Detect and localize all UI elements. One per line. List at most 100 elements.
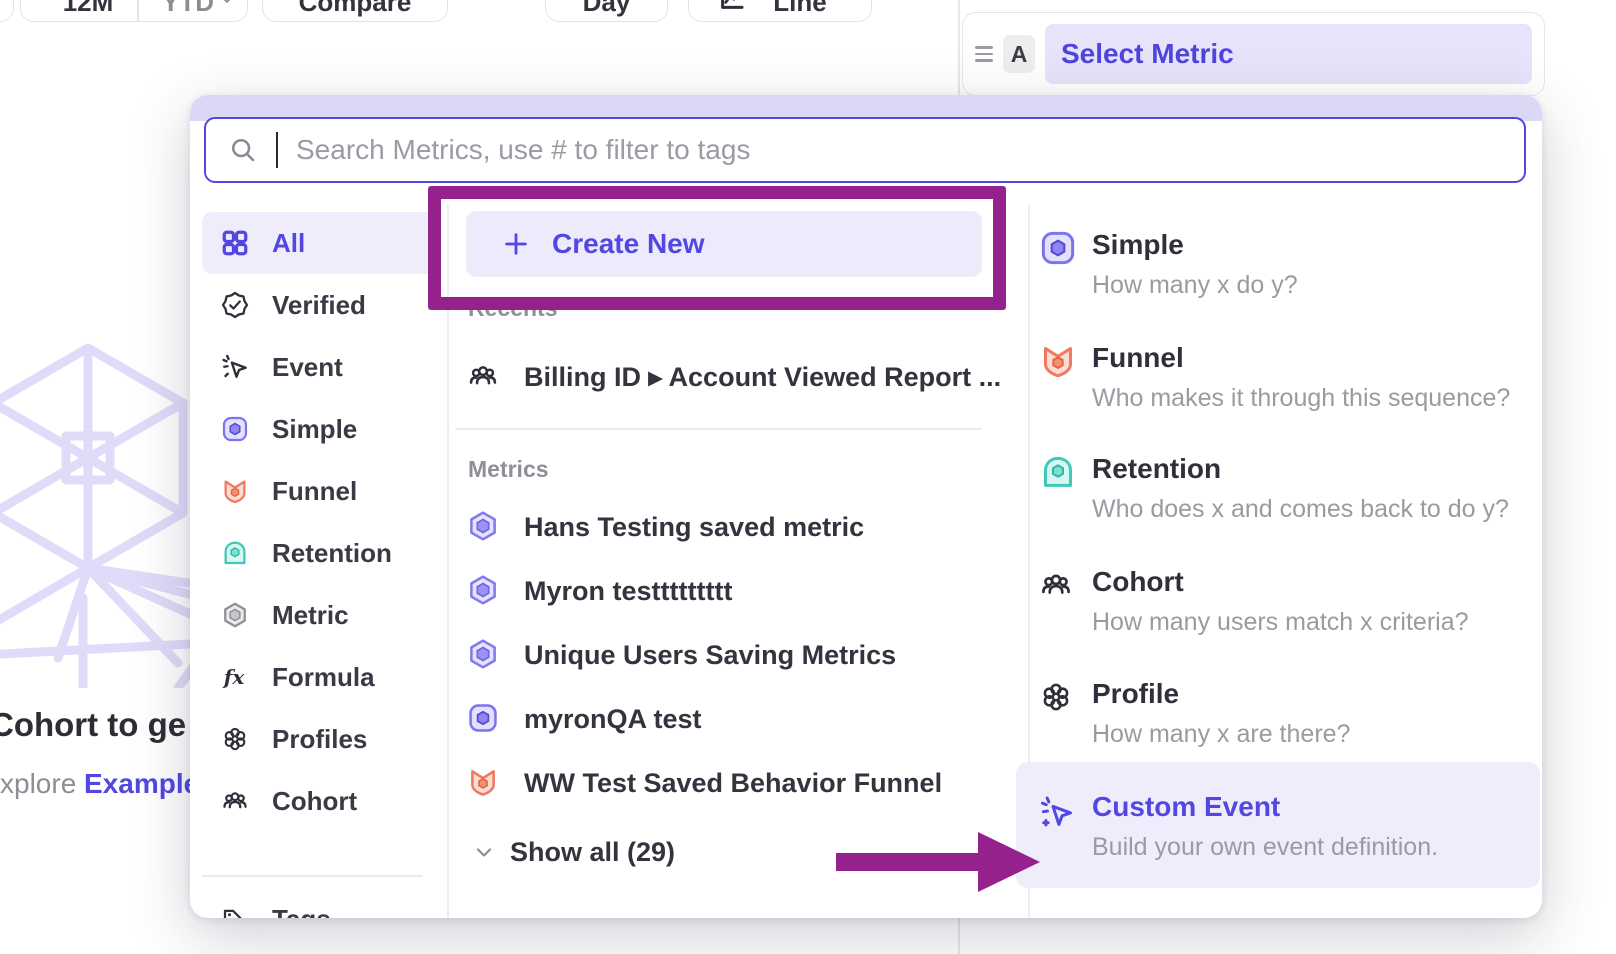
column-separator (447, 205, 449, 918)
sidebar-item-verified[interactable]: Verified (202, 274, 435, 336)
app-canvas: 12M YTD Compare Day Line A Select Metric (0, 0, 1616, 954)
saved-metric-hexagon-icon (466, 509, 502, 545)
search-placeholder: Search Metrics, use # to filter to tags (296, 134, 750, 166)
saved-metric-hexagon-icon (466, 637, 502, 673)
cohort-people-icon (466, 359, 502, 395)
sidebar-item-all[interactable]: All (202, 212, 435, 274)
sidebar-item-label: Metric (272, 600, 349, 631)
annotation-arrow (836, 853, 978, 871)
sidebar-item-funnel[interactable]: Funnel (202, 460, 435, 522)
interval-button[interactable]: Day (545, 0, 668, 22)
cohort-people-icon (220, 786, 250, 816)
profiles-flower-icon (1038, 679, 1074, 715)
tag-icon (220, 904, 250, 918)
sidebar-item-simple[interactable]: Simple (202, 398, 435, 460)
search-input[interactable]: Search Metrics, use # to filter to tags (204, 117, 1526, 183)
sidebar-item-tags[interactable]: Tags (202, 888, 435, 918)
metric-item-label: Unique Users Saving Metrics (524, 640, 896, 671)
sidebar-item-retention[interactable]: Retention (202, 522, 435, 584)
sidebar-item-cohort[interactable]: Cohort (202, 770, 435, 832)
metric-item-label: Myron testtttttttt (524, 576, 732, 607)
simple-squircle-icon (466, 701, 502, 737)
retention-icon (1038, 452, 1078, 492)
type-title-cohort[interactable]: Cohort (1092, 566, 1184, 598)
simple-squircle-icon (220, 414, 250, 444)
funnel-icon (220, 476, 250, 506)
sidebar-item-label: Tags (272, 904, 331, 919)
metric-list-item[interactable]: Myron testtttttttt (466, 564, 982, 618)
section-divider (455, 428, 982, 430)
explore-prefix: xplore (0, 768, 84, 799)
interval-label: Day (546, 0, 667, 18)
sidebar-item-formula[interactable]: fx Formula (202, 646, 435, 708)
recent-item[interactable]: Billing ID ▸ Account Viewed Report ... (466, 350, 982, 404)
metric-item-label: myronQA test (524, 704, 702, 735)
retention-icon (220, 538, 250, 568)
compare-label: Compare (263, 0, 447, 18)
event-cursor-icon (220, 352, 250, 382)
metrics-heading: Metrics (468, 456, 549, 483)
type-desc-cohort: How many users match x criteria? (1092, 608, 1469, 637)
formula-fx-icon: fx (220, 662, 250, 692)
date-range-segmented[interactable]: 12M YTD (20, 0, 248, 22)
sidebar-item-label: Funnel (272, 476, 357, 507)
sidebar-item-label: Simple (272, 414, 357, 445)
metric-hexagon-icon (220, 600, 250, 630)
chart-type-button[interactable]: Line (688, 0, 872, 22)
chevron-down-icon (217, 0, 237, 9)
empty-state-headline: Cohort to ge (0, 706, 186, 744)
custom-event-row[interactable] (1016, 762, 1540, 888)
example-link[interactable]: Example (84, 768, 199, 799)
funnel-icon (466, 765, 502, 801)
type-desc-funnel: Who makes it through this sequence? (1092, 384, 1510, 413)
sidebar-item-label: Verified (272, 290, 366, 321)
verified-seal-icon (220, 290, 250, 320)
type-desc-retention: Who does x and comes back to do y? (1092, 495, 1509, 524)
metric-list-item[interactable]: myronQA test (466, 692, 982, 746)
sidebar-item-label: Event (272, 352, 343, 383)
annotation-arrow-head (978, 832, 1040, 892)
type-title-retention[interactable]: Retention (1092, 453, 1221, 485)
type-title-custom-event[interactable]: Custom Event (1092, 791, 1280, 823)
metric-item-label: Hans Testing saved metric (524, 512, 864, 543)
funnel-icon (1038, 341, 1078, 381)
show-all-label: Show all (29) (510, 837, 675, 868)
svg-text:fx: fx (222, 665, 246, 689)
sidebar-item-label: Retention (272, 538, 392, 569)
series-badge: A (1003, 35, 1035, 73)
metric-item-label: WW Test Saved Behavior Funnel (524, 768, 942, 799)
saved-metric-hexagon-icon (466, 573, 502, 609)
sidebar-item-label: Profiles (272, 724, 367, 755)
chart-type-label: Line (709, 0, 872, 18)
metric-list-item[interactable]: WW Test Saved Behavior Funnel (466, 756, 982, 810)
metric-row[interactable]: A Select Metric (962, 12, 1545, 96)
sidebar-item-event[interactable]: Event (202, 336, 435, 398)
annotation-highlight-box (428, 186, 1006, 310)
metric-list-item[interactable]: Unique Users Saving Metrics (466, 628, 982, 682)
chevron-down-icon (472, 840, 496, 864)
type-title-funnel[interactable]: Funnel (1092, 342, 1184, 374)
grid-icon (220, 228, 250, 258)
sidebar-item-profiles[interactable]: Profiles (202, 708, 435, 770)
show-all-button[interactable]: Show all (29) (472, 830, 675, 874)
text-cursor (276, 132, 278, 168)
select-metric-pill[interactable]: Select Metric (1045, 24, 1532, 84)
sidebar-item-metric[interactable]: Metric (202, 584, 435, 646)
profiles-flower-icon (220, 724, 250, 754)
compare-button[interactable]: Compare (262, 0, 448, 22)
type-desc-custom-event: Build your own event definition. (1092, 833, 1438, 862)
custom-event-icon (1038, 793, 1076, 831)
cohort-people-icon (1038, 567, 1074, 603)
sidebar-item-label: All (272, 228, 305, 259)
drag-handle-icon[interactable] (975, 46, 993, 62)
type-title-simple[interactable]: Simple (1092, 229, 1184, 261)
explore-line: xplore Example (0, 768, 199, 800)
search-icon (228, 135, 258, 165)
partial-card (0, 0, 14, 22)
type-desc-simple: How many x do y? (1092, 271, 1298, 300)
type-title-profile[interactable]: Profile (1092, 678, 1179, 710)
type-desc-profile: How many x are there? (1092, 720, 1350, 749)
sidebar-item-label: Cohort (272, 786, 357, 817)
sidebar-divider (202, 875, 423, 877)
metric-list-item[interactable]: Hans Testing saved metric (466, 500, 982, 554)
